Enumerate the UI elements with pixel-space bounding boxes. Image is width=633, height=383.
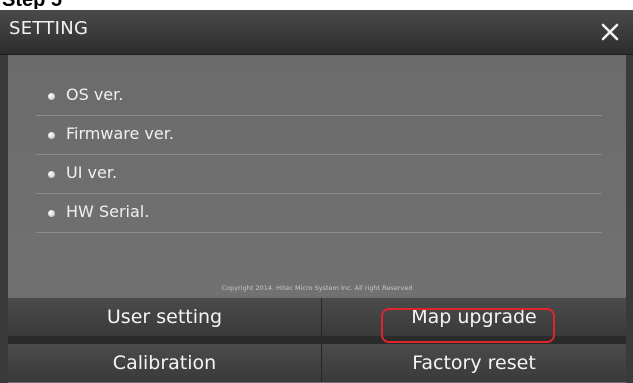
title-bar: SETTING — [0, 10, 633, 55]
factory-reset-button[interactable]: Factory reset — [322, 344, 626, 382]
panel-edge-right — [626, 55, 633, 383]
info-item-ui-version: UI ver. — [36, 155, 602, 194]
info-item-hw-serial: HW Serial. — [36, 194, 602, 233]
close-button[interactable] — [595, 17, 625, 47]
setting-window: SETTING OS ver. Firmware ver. UI ver. HW… — [0, 10, 633, 383]
calibration-button[interactable]: Calibration — [8, 344, 322, 382]
bullet-icon — [48, 210, 55, 217]
info-item-label: UI ver. — [66, 163, 118, 182]
info-item-firmware-version: Firmware ver. — [36, 116, 602, 155]
info-item-os-version: OS ver. — [36, 77, 602, 116]
info-item-label: OS ver. — [66, 85, 124, 104]
info-item-label: Firmware ver. — [66, 124, 174, 143]
step-label: Step 5 — [0, 0, 82, 9]
panel-edge-left — [0, 55, 8, 383]
bullet-icon — [48, 132, 55, 139]
map-upgrade-button[interactable]: Map upgrade — [322, 298, 626, 336]
bullet-icon — [48, 93, 55, 100]
user-setting-button[interactable]: User setting — [8, 298, 322, 336]
close-icon — [601, 23, 619, 41]
button-divider — [8, 336, 626, 344]
info-item-label: HW Serial. — [66, 202, 150, 221]
copyright-text: Copyright 2014. Hitec Micro System Inc. … — [221, 284, 413, 292]
window-title: SETTING — [9, 18, 89, 39]
info-list: OS ver. Firmware ver. UI ver. HW Serial.… — [8, 55, 626, 296]
bullet-icon — [48, 171, 55, 178]
